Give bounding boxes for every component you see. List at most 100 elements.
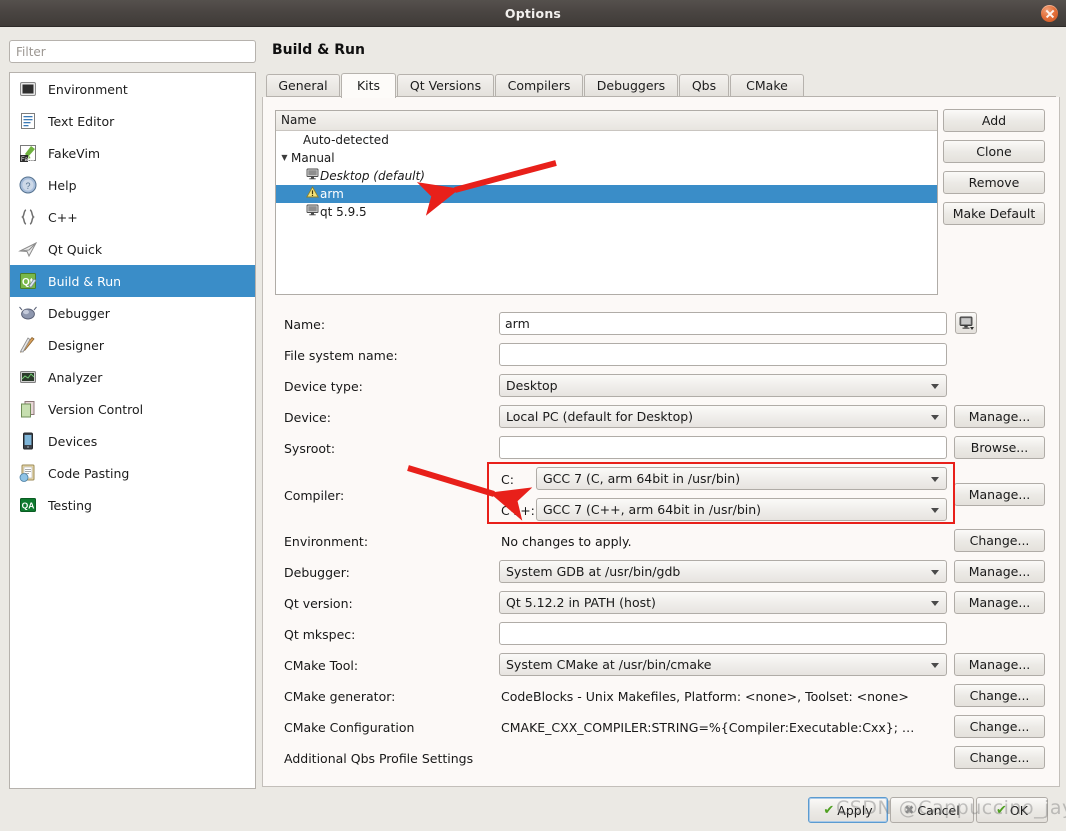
qt-version-value: Qt 5.12.2 in PATH (host) xyxy=(506,595,656,610)
add-button[interactable]: Add xyxy=(943,109,1045,132)
device-type-value: Desktop xyxy=(506,378,558,393)
sidebar-item-debugger[interactable]: Debugger xyxy=(10,297,255,329)
remove-button[interactable]: Remove xyxy=(943,171,1045,194)
chevron-down-icon[interactable]: ▼ xyxy=(278,149,291,167)
sidebar-item-fakevim[interactable]: Fake FakeVim xyxy=(10,137,255,169)
ok-button[interactable]: ✔ OK xyxy=(976,797,1048,823)
apply-label: Apply xyxy=(837,802,873,818)
tab-general[interactable]: General xyxy=(266,74,340,97)
environment-change-button[interactable]: Change... xyxy=(954,529,1045,552)
sysroot-input[interactable] xyxy=(499,436,947,459)
sidebar-item-label: Version Control xyxy=(48,401,144,417)
debugger-manage-button[interactable]: Manage... xyxy=(954,560,1045,583)
file-system-name-label: File system name: xyxy=(284,348,398,363)
tree-row[interactable]: Desktop (default) xyxy=(276,167,937,185)
sidebar-item-environment[interactable]: Environment xyxy=(10,73,255,105)
debugger-label: Debugger: xyxy=(284,565,350,580)
sidebar-item-help[interactable]: ? Help xyxy=(10,169,255,201)
cmake-generator-change-button[interactable]: Change... xyxy=(954,684,1045,707)
debugger-select[interactable]: System GDB at /usr/bin/gdb xyxy=(499,560,947,583)
monitor-dropdown-icon[interactable] xyxy=(955,312,977,334)
tab-qbs[interactable]: Qbs xyxy=(679,74,729,97)
cmake-tool-manage-button[interactable]: Manage... xyxy=(954,653,1045,676)
device-value: Local PC (default for Desktop) xyxy=(506,409,694,424)
tab-cmake[interactable]: CMake xyxy=(730,74,804,97)
tree-row[interactable]: arm xyxy=(276,185,937,203)
debugger-icon xyxy=(18,303,38,323)
designer-icon xyxy=(18,335,38,355)
compiler-cxx-value: GCC 7 (C++, arm 64bit in /usr/bin) xyxy=(543,502,762,517)
tree-row[interactable]: ▼ Manual xyxy=(276,149,937,167)
analyzer-icon xyxy=(18,367,38,387)
apply-button[interactable]: ✔ Apply xyxy=(808,797,888,823)
monitor-icon xyxy=(304,167,320,185)
cmake-configuration-change-button[interactable]: Change... xyxy=(954,715,1045,738)
compiler-c-select[interactable]: GCC 7 (C, arm 64bit in /usr/bin) xyxy=(536,467,947,490)
device-manage-button[interactable]: Manage... xyxy=(954,405,1045,428)
kits-tree[interactable]: Name Auto-detected ▼ Manual Desktop (def… xyxy=(275,110,938,295)
svg-text:?: ? xyxy=(25,181,30,191)
sidebar-item-label: Designer xyxy=(48,337,104,353)
name-input[interactable] xyxy=(499,312,947,335)
sidebar-item-label: Text Editor xyxy=(48,113,115,129)
device-type-select[interactable]: Desktop xyxy=(499,374,947,397)
qt-mkspec-input[interactable] xyxy=(499,622,947,645)
sidebar-item-cpp[interactable]: C++ xyxy=(10,201,255,233)
sidebar-item-build-and-run[interactable]: Qt Build & Run xyxy=(10,265,255,297)
sidebar-item-testing[interactable]: QA Testing xyxy=(10,489,255,521)
sidebar-item-label: Testing xyxy=(48,497,92,513)
sidebar-item-code-pasting[interactable]: Code Pasting xyxy=(10,457,255,489)
sidebar-item-label: Qt Quick xyxy=(48,241,103,257)
compiler-manage-button[interactable]: Manage... xyxy=(954,483,1045,506)
sidebar-item-label: Environment xyxy=(48,81,128,97)
chevron-down-icon xyxy=(931,570,939,575)
settings-category-list[interactable]: Environment Text Editor Fake FakeVim ? H… xyxy=(9,72,256,789)
tab-qt-versions[interactable]: Qt Versions xyxy=(397,74,494,97)
device-label: Device: xyxy=(284,410,331,425)
sidebar-item-analyzer[interactable]: Analyzer xyxy=(10,361,255,393)
device-type-label: Device type: xyxy=(284,379,363,394)
tab-compilers[interactable]: Compilers xyxy=(495,74,583,97)
sidebar-item-designer[interactable]: Designer xyxy=(10,329,255,361)
build-and-run-icon: Qt xyxy=(18,271,38,291)
cmake-tool-label: CMake Tool: xyxy=(284,658,359,673)
code-pasting-icon xyxy=(18,463,38,483)
file-system-name-input[interactable] xyxy=(499,343,947,366)
sidebar-item-qt-quick[interactable]: Qt Quick xyxy=(10,233,255,265)
qbs-profile-change-button[interactable]: Change... xyxy=(954,746,1045,769)
close-icon[interactable] xyxy=(1041,5,1058,22)
sidebar-item-label: C++ xyxy=(48,209,78,225)
clone-button[interactable]: Clone xyxy=(943,140,1045,163)
sidebar-item-version-control[interactable]: Version Control xyxy=(10,393,255,425)
qt-version-manage-button[interactable]: Manage... xyxy=(954,591,1045,614)
environment-label: Environment: xyxy=(284,534,369,549)
sidebar-item-label: FakeVim xyxy=(48,145,101,161)
testing-icon: QA xyxy=(18,495,38,515)
tree-row-label: Manual xyxy=(291,151,335,165)
tree-row[interactable]: qt 5.9.5 xyxy=(276,203,937,221)
warning-icon xyxy=(304,185,320,203)
search-input[interactable] xyxy=(9,40,256,63)
cmake-generator-label: CMake generator: xyxy=(284,689,396,704)
compiler-cxx-select[interactable]: GCC 7 (C++, arm 64bit in /usr/bin) xyxy=(536,498,947,521)
cancel-label: Cancel xyxy=(917,802,960,818)
sidebar-item-label: Debugger xyxy=(48,305,110,321)
qt-version-select[interactable]: Qt 5.12.2 in PATH (host) xyxy=(499,591,947,614)
tab-kits[interactable]: Kits xyxy=(341,73,396,98)
cmake-tool-select[interactable]: System CMake at /usr/bin/cmake xyxy=(499,653,947,676)
tab-debuggers[interactable]: Debuggers xyxy=(584,74,678,97)
tree-row[interactable]: Auto-detected xyxy=(276,131,937,149)
tree-row-label: arm xyxy=(320,187,344,201)
cancel-button[interactable]: ✖ Cancel xyxy=(890,797,974,823)
sidebar-item-text-editor[interactable]: Text Editor xyxy=(10,105,255,137)
qbs-profile-settings-label: Additional Qbs Profile Settings xyxy=(284,751,474,766)
sidebar-item-devices[interactable]: Devices xyxy=(10,425,255,457)
text-editor-icon xyxy=(18,111,38,131)
make-default-button[interactable]: Make Default xyxy=(943,202,1045,225)
device-select[interactable]: Local PC (default for Desktop) xyxy=(499,405,947,428)
devices-icon xyxy=(18,431,38,451)
sysroot-browse-button[interactable]: Browse... xyxy=(954,436,1045,459)
qt-version-label: Qt version: xyxy=(284,596,353,611)
sidebar-item-label: Build & Run xyxy=(48,273,122,289)
sysroot-label: Sysroot: xyxy=(284,441,336,456)
